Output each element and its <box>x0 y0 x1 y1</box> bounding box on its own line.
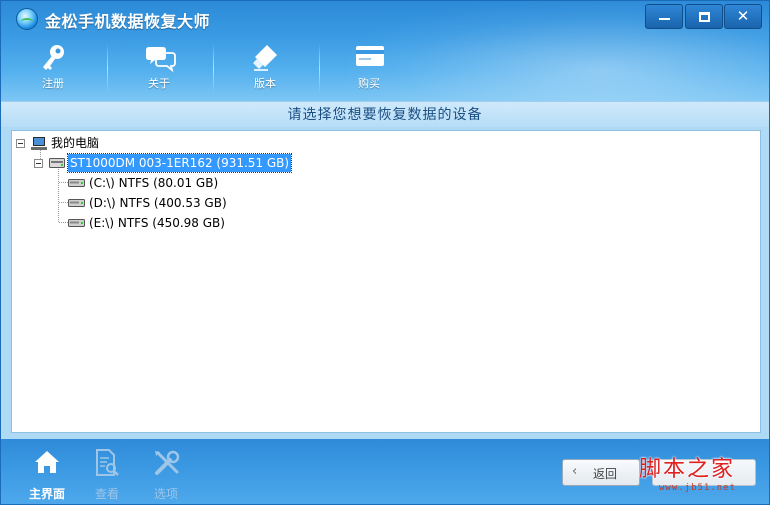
drive-icon <box>68 179 85 187</box>
tree-item-label: (C:\) NTFS (80.01 GB) <box>89 176 219 190</box>
tree-item-label: (D:\) NTFS (400.53 GB) <box>89 196 227 210</box>
register-button[interactable]: 注册 <box>1 37 105 99</box>
tree-connector <box>59 222 68 223</box>
window-title: 金松手机数据恢复大师 <box>45 12 211 31</box>
home-label: 主界面 <box>28 487 65 501</box>
home-button[interactable]: 主界面 <box>17 447 77 501</box>
page-heading: 请选择您想要恢复数据的设备 <box>1 101 769 127</box>
close-button[interactable]: ✕ <box>724 4 762 29</box>
chat-bubbles-icon <box>146 47 176 73</box>
options-label: 选项 <box>153 487 178 501</box>
usb-drive-icon <box>253 45 277 71</box>
tree-connector <box>59 202 68 203</box>
about-label: 关于 <box>148 77 170 90</box>
tools-icon <box>155 450 180 475</box>
back-button[interactable]: ‹ 返回 <box>562 459 640 486</box>
about-button[interactable]: 关于 <box>107 37 211 99</box>
tree-connector <box>59 182 68 183</box>
root-collapse-toggle[interactable] <box>16 139 25 148</box>
tree-item-label: 我的电脑 <box>51 136 100 150</box>
chevron-left-icon: ‹ <box>572 464 578 479</box>
key-icon <box>43 45 64 70</box>
computer-icon <box>31 137 47 150</box>
app-logo-icon <box>16 8 38 30</box>
home-icon <box>35 451 59 473</box>
document-search-icon <box>96 449 119 476</box>
version-button[interactable]: 版本 <box>213 37 317 99</box>
app-window: 金松手机数据恢复大师 ✕ 注册 关于 版本 购买 请选择您想要恢复数据的设备 我… <box>0 0 770 505</box>
buy-label: 购买 <box>358 77 380 90</box>
hard-disk-icon <box>49 158 65 168</box>
watermark-title: 脚本之家 <box>639 457 736 482</box>
minimize-icon <box>659 18 670 20</box>
title-bar[interactable]: 金松手机数据恢复大师 ✕ <box>1 1 769 35</box>
tree-item-label: (E:\) NTFS (450.98 GB) <box>89 216 225 230</box>
drive-icon <box>68 199 85 207</box>
watermark-url: www.jb51.net <box>659 483 737 493</box>
credit-card-icon <box>356 46 384 66</box>
maximize-icon <box>699 12 710 22</box>
options-button[interactable]: 选项 <box>136 447 196 501</box>
tree-connector <box>58 169 59 222</box>
toolbar: 注册 关于 版本 购买 <box>1 37 431 99</box>
disk-collapse-toggle[interactable] <box>34 159 43 168</box>
back-label: 返回 <box>593 467 618 481</box>
minimize-button[interactable] <box>645 4 683 29</box>
watermark: 脚本之家 www.jb51.net <box>639 451 765 501</box>
tree-item-label: ST1000DM 003-1ER162 (931.51 GB) <box>66 153 293 173</box>
maximize-button[interactable] <box>685 4 723 29</box>
buy-button[interactable]: 购买 <box>317 37 421 99</box>
close-icon: ✕ <box>736 7 750 25</box>
version-label: 版本 <box>254 77 276 90</box>
device-tree-frame: 我的电脑 ST1000DM 003-1ER162 (931.51 GB) (C:… <box>1 127 769 439</box>
device-tree[interactable]: 我的电脑 ST1000DM 003-1ER162 (931.51 GB) (C:… <box>11 130 761 433</box>
register-label: 注册 <box>42 77 64 90</box>
header-band: 金松手机数据恢复大师 ✕ 注册 关于 版本 购买 <box>1 1 769 101</box>
view-label: 查看 <box>94 487 119 501</box>
view-button[interactable]: 查看 <box>77 447 137 501</box>
drive-icon <box>68 219 85 227</box>
